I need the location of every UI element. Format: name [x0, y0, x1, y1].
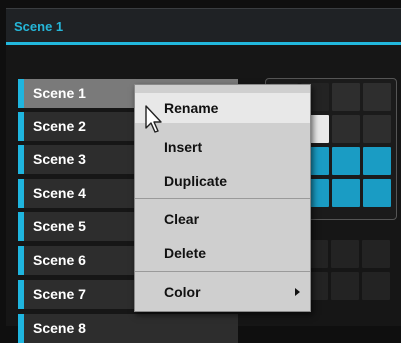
pad[interactable]: [332, 179, 360, 207]
menu-item-label: Color: [164, 284, 201, 300]
scene-color-bar: [18, 280, 24, 309]
pad[interactable]: [332, 115, 360, 143]
scene-label: Scene 1: [33, 85, 86, 101]
menu-item-insert[interactable]: Insert: [135, 132, 310, 162]
scene-color-bar: [18, 212, 24, 241]
pad[interactable]: [331, 272, 359, 300]
menu-item-clear[interactable]: Clear: [135, 204, 310, 234]
pad[interactable]: [362, 240, 390, 268]
pad[interactable]: [332, 147, 360, 175]
scene-color-bar: [18, 79, 24, 108]
menu-item-label: Rename: [164, 100, 219, 116]
menu-item-color[interactable]: Color: [135, 277, 310, 307]
pad[interactable]: [332, 83, 360, 111]
mouse-pointer-icon: [145, 105, 162, 133]
scene-label: Scene 5: [33, 218, 86, 234]
scene-label: Scene 7: [33, 286, 86, 302]
scene-color-bar: [18, 112, 24, 141]
pad[interactable]: [331, 240, 359, 268]
menu-separator: [135, 271, 310, 272]
menu-item-duplicate[interactable]: Duplicate: [135, 166, 310, 196]
pad[interactable]: [363, 83, 391, 111]
scene-color-bar: [18, 314, 24, 343]
scene-label: Scene 4: [33, 185, 86, 201]
menu-separator: [135, 198, 310, 199]
scene-header: Scene 1: [6, 8, 401, 42]
menu-item-label: Delete: [164, 245, 207, 261]
scene-color-bar: [18, 179, 24, 208]
scene-label: Scene 6: [33, 252, 86, 268]
pad[interactable]: [363, 115, 391, 143]
pad[interactable]: [362, 272, 390, 300]
scene-item-8[interactable]: Scene 8: [18, 314, 238, 343]
scene-label: Scene 3: [33, 151, 86, 167]
scene-header-title: Scene 1: [14, 19, 64, 34]
menu-item-label: Clear: [164, 211, 200, 227]
scene-color-bar: [18, 246, 24, 275]
submenu-arrow-icon: [295, 288, 300, 296]
pad[interactable]: [363, 147, 391, 175]
scene-label: Scene 2: [33, 118, 86, 134]
menu-item-delete[interactable]: Delete: [135, 238, 310, 268]
menu-item-label: Insert: [164, 139, 203, 155]
menu-item-label: Duplicate: [164, 173, 228, 189]
scene-label: Scene 8: [33, 320, 86, 336]
pad[interactable]: [363, 179, 391, 207]
scene-color-bar: [18, 145, 24, 174]
